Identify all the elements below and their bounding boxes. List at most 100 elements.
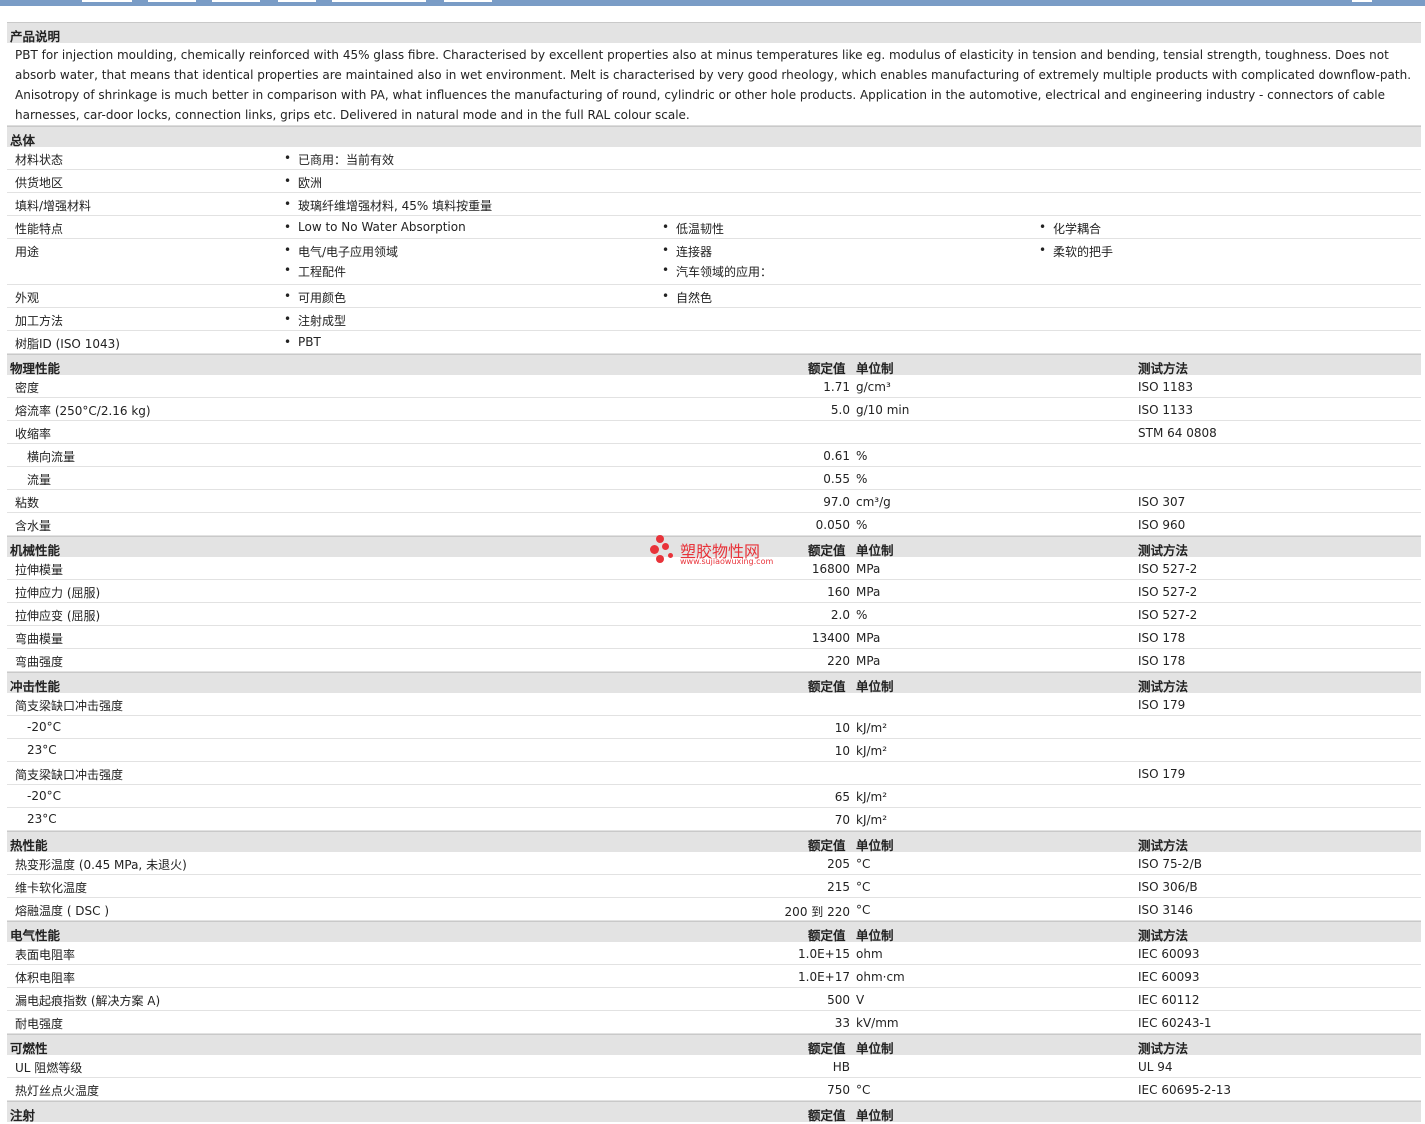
bullet-item: 自然色 [662, 289, 712, 306]
test-method: ISO 527-2 [1138, 608, 1198, 622]
test-method: ISO 178 [1138, 631, 1186, 645]
property-value: 70 [834, 813, 850, 827]
property-row: 23°C 10 kJ/m² [7, 739, 1421, 762]
nav-tab[interactable] [82, 0, 132, 2]
bullet-item: 电气/电子应用领域 [284, 243, 398, 260]
property-label: UL 阻燃等级 [15, 1061, 83, 1075]
property-label: 体积电阻率 [15, 971, 76, 985]
nav-tab[interactable] [148, 0, 196, 2]
nav-tab[interactable] [212, 0, 260, 2]
section-header-impact: 冲击性能 额定值 单位制 测试方法 [7, 672, 1421, 694]
col-header-unit: 单位制 [856, 1108, 894, 1123]
datasheet: 产品说明 PBT for injection moulding, chemica… [7, 22, 1421, 1123]
property-row: 熔融温度 ( DSC ) 200 到 220 °C ISO 3146 [7, 898, 1421, 921]
test-method: UL 94 [1138, 1060, 1173, 1074]
test-method: IEC 60093 [1138, 970, 1200, 984]
property-unit: V [856, 993, 865, 1007]
bullet-item: 注射成型 [284, 312, 346, 329]
row-label: 填料/增强材料 [15, 199, 92, 213]
bullet-item: PBT [284, 335, 321, 349]
property-unit: MPa [856, 654, 881, 668]
bullet-item: 已商用：当前有效 [284, 151, 394, 168]
property-label: 简支梁缺口冲击强度 [15, 699, 124, 713]
property-unit: kV/mm [856, 1016, 899, 1030]
test-method: IEC 60695-2-13 [1138, 1083, 1232, 1097]
test-method: ISO 179 [1138, 767, 1186, 781]
nav-tab[interactable] [1352, 0, 1372, 2]
property-unit: °C [856, 880, 871, 894]
property-label: 密度 [15, 381, 40, 395]
property-unit: kJ/m² [856, 721, 888, 735]
bullet-item: 连接器 [662, 243, 712, 260]
property-row: UL 阻燃等级 HB UL 94 [7, 1055, 1421, 1078]
general-row: 供货地区 欧洲 [7, 170, 1421, 193]
property-row: 简支梁缺口冲击强度 ISO 179 [7, 693, 1421, 716]
property-row: 弯曲模量 13400 MPa ISO 178 [7, 626, 1421, 649]
general-table: 材料状态 已商用：当前有效供货地区 欧洲填料/增强材料 玻璃纤维增强材料, 45% 填… [7, 147, 1421, 354]
test-method: IEC 60112 [1138, 993, 1200, 1007]
test-method: ISO 1133 [1138, 403, 1193, 417]
property-row: 熔流率 (250°C/2.16 kg) 5.0 g/10 min ISO 1133 [7, 398, 1421, 421]
section-title: 产品说明 [10, 29, 61, 44]
bullet-item: 化学耦合 [1039, 220, 1101, 237]
bullet-item: Low to No Water Absorption [284, 220, 466, 234]
test-method: ISO 1183 [1138, 380, 1193, 394]
property-label: 拉伸应力 (屈服) [15, 586, 101, 600]
row-label: 性能特点 [15, 222, 64, 236]
property-value: 65 [834, 790, 850, 804]
property-value: 10 [834, 721, 850, 735]
property-value: 0.050 [815, 518, 850, 532]
nav-tab[interactable] [444, 0, 492, 2]
property-label: 粘数 [15, 496, 40, 510]
test-method: ISO 960 [1138, 518, 1186, 532]
property-unit: % [856, 518, 868, 532]
property-unit: kJ/m² [856, 790, 888, 804]
property-unit: % [856, 449, 868, 463]
property-value: 33 [834, 1016, 850, 1030]
property-row: 维卡软化温度 215 °C ISO 306/B [7, 875, 1421, 898]
property-row: 拉伸应变 (屈服) 2.0% ISO 527-2 [7, 603, 1421, 626]
property-label: 拉伸模量 [15, 563, 64, 577]
property-unit: °C [856, 1083, 871, 1097]
test-method: ISO 179 [1138, 698, 1186, 712]
bullet-item: 低温韧性 [662, 220, 724, 237]
property-unit: % [856, 608, 868, 622]
property-value: 750 [827, 1083, 850, 1097]
property-label: 横向流量 [27, 450, 76, 464]
property-label: -20°C [27, 789, 61, 803]
property-row: 热变形温度 (0.45 MPa, 未退火) 205 °C ISO 75-2/B [7, 852, 1421, 875]
general-row: 外观 可用颜色 自然色 [7, 285, 1421, 308]
property-value: 200 到 220 [784, 905, 850, 919]
watermark-dots-icon [650, 533, 678, 567]
property-label: 23°C [27, 812, 57, 826]
product-description: PBT for injection moulding, chemically r… [7, 43, 1421, 126]
property-unit: kJ/m² [856, 813, 888, 827]
property-label: 含水量 [15, 519, 52, 533]
property-value: 220 [827, 654, 850, 668]
top-nav-bar [0, 0, 1425, 6]
property-label: -20°C [27, 720, 61, 734]
property-row: 拉伸应力 (屈服) 160 MPa ISO 527-2 [7, 580, 1421, 603]
property-value: 215 [827, 880, 850, 894]
property-unit: cm³/g [856, 495, 891, 509]
nav-tab[interactable] [278, 0, 316, 2]
property-value: 97.0 [823, 495, 850, 509]
property-unit: g/10 min [856, 403, 910, 417]
row-label: 外观 [15, 291, 40, 305]
nav-tab[interactable] [332, 0, 426, 2]
property-value: 1.0E+15 [798, 947, 850, 961]
test-method: ISO 527-2 [1138, 562, 1198, 576]
property-row: 收缩率 STM 64 0808 [7, 421, 1421, 444]
property-unit: °C [856, 857, 871, 871]
section-header-injection: 注射 额定值 单位制 [7, 1101, 1421, 1123]
section-header-description: 产品说明 [7, 22, 1421, 44]
property-label: 熔流率 (250°C/2.16 kg) [15, 404, 151, 418]
row-label: 树脂ID (ISO 1043) [15, 337, 120, 351]
property-value: 0.55 [823, 472, 850, 486]
property-value: 16800 [811, 562, 850, 576]
property-label: 拉伸应变 (屈服) [15, 609, 101, 623]
section-header-physical: 物理性能 额定值 单位制 测试方法 [7, 354, 1421, 376]
property-row: 体积电阻率 1.0E+17 ohm·cm IEC 60093 [7, 965, 1421, 988]
property-row: 流量 0.55% [7, 467, 1421, 490]
bullet-item: 工程配件 [284, 263, 346, 280]
